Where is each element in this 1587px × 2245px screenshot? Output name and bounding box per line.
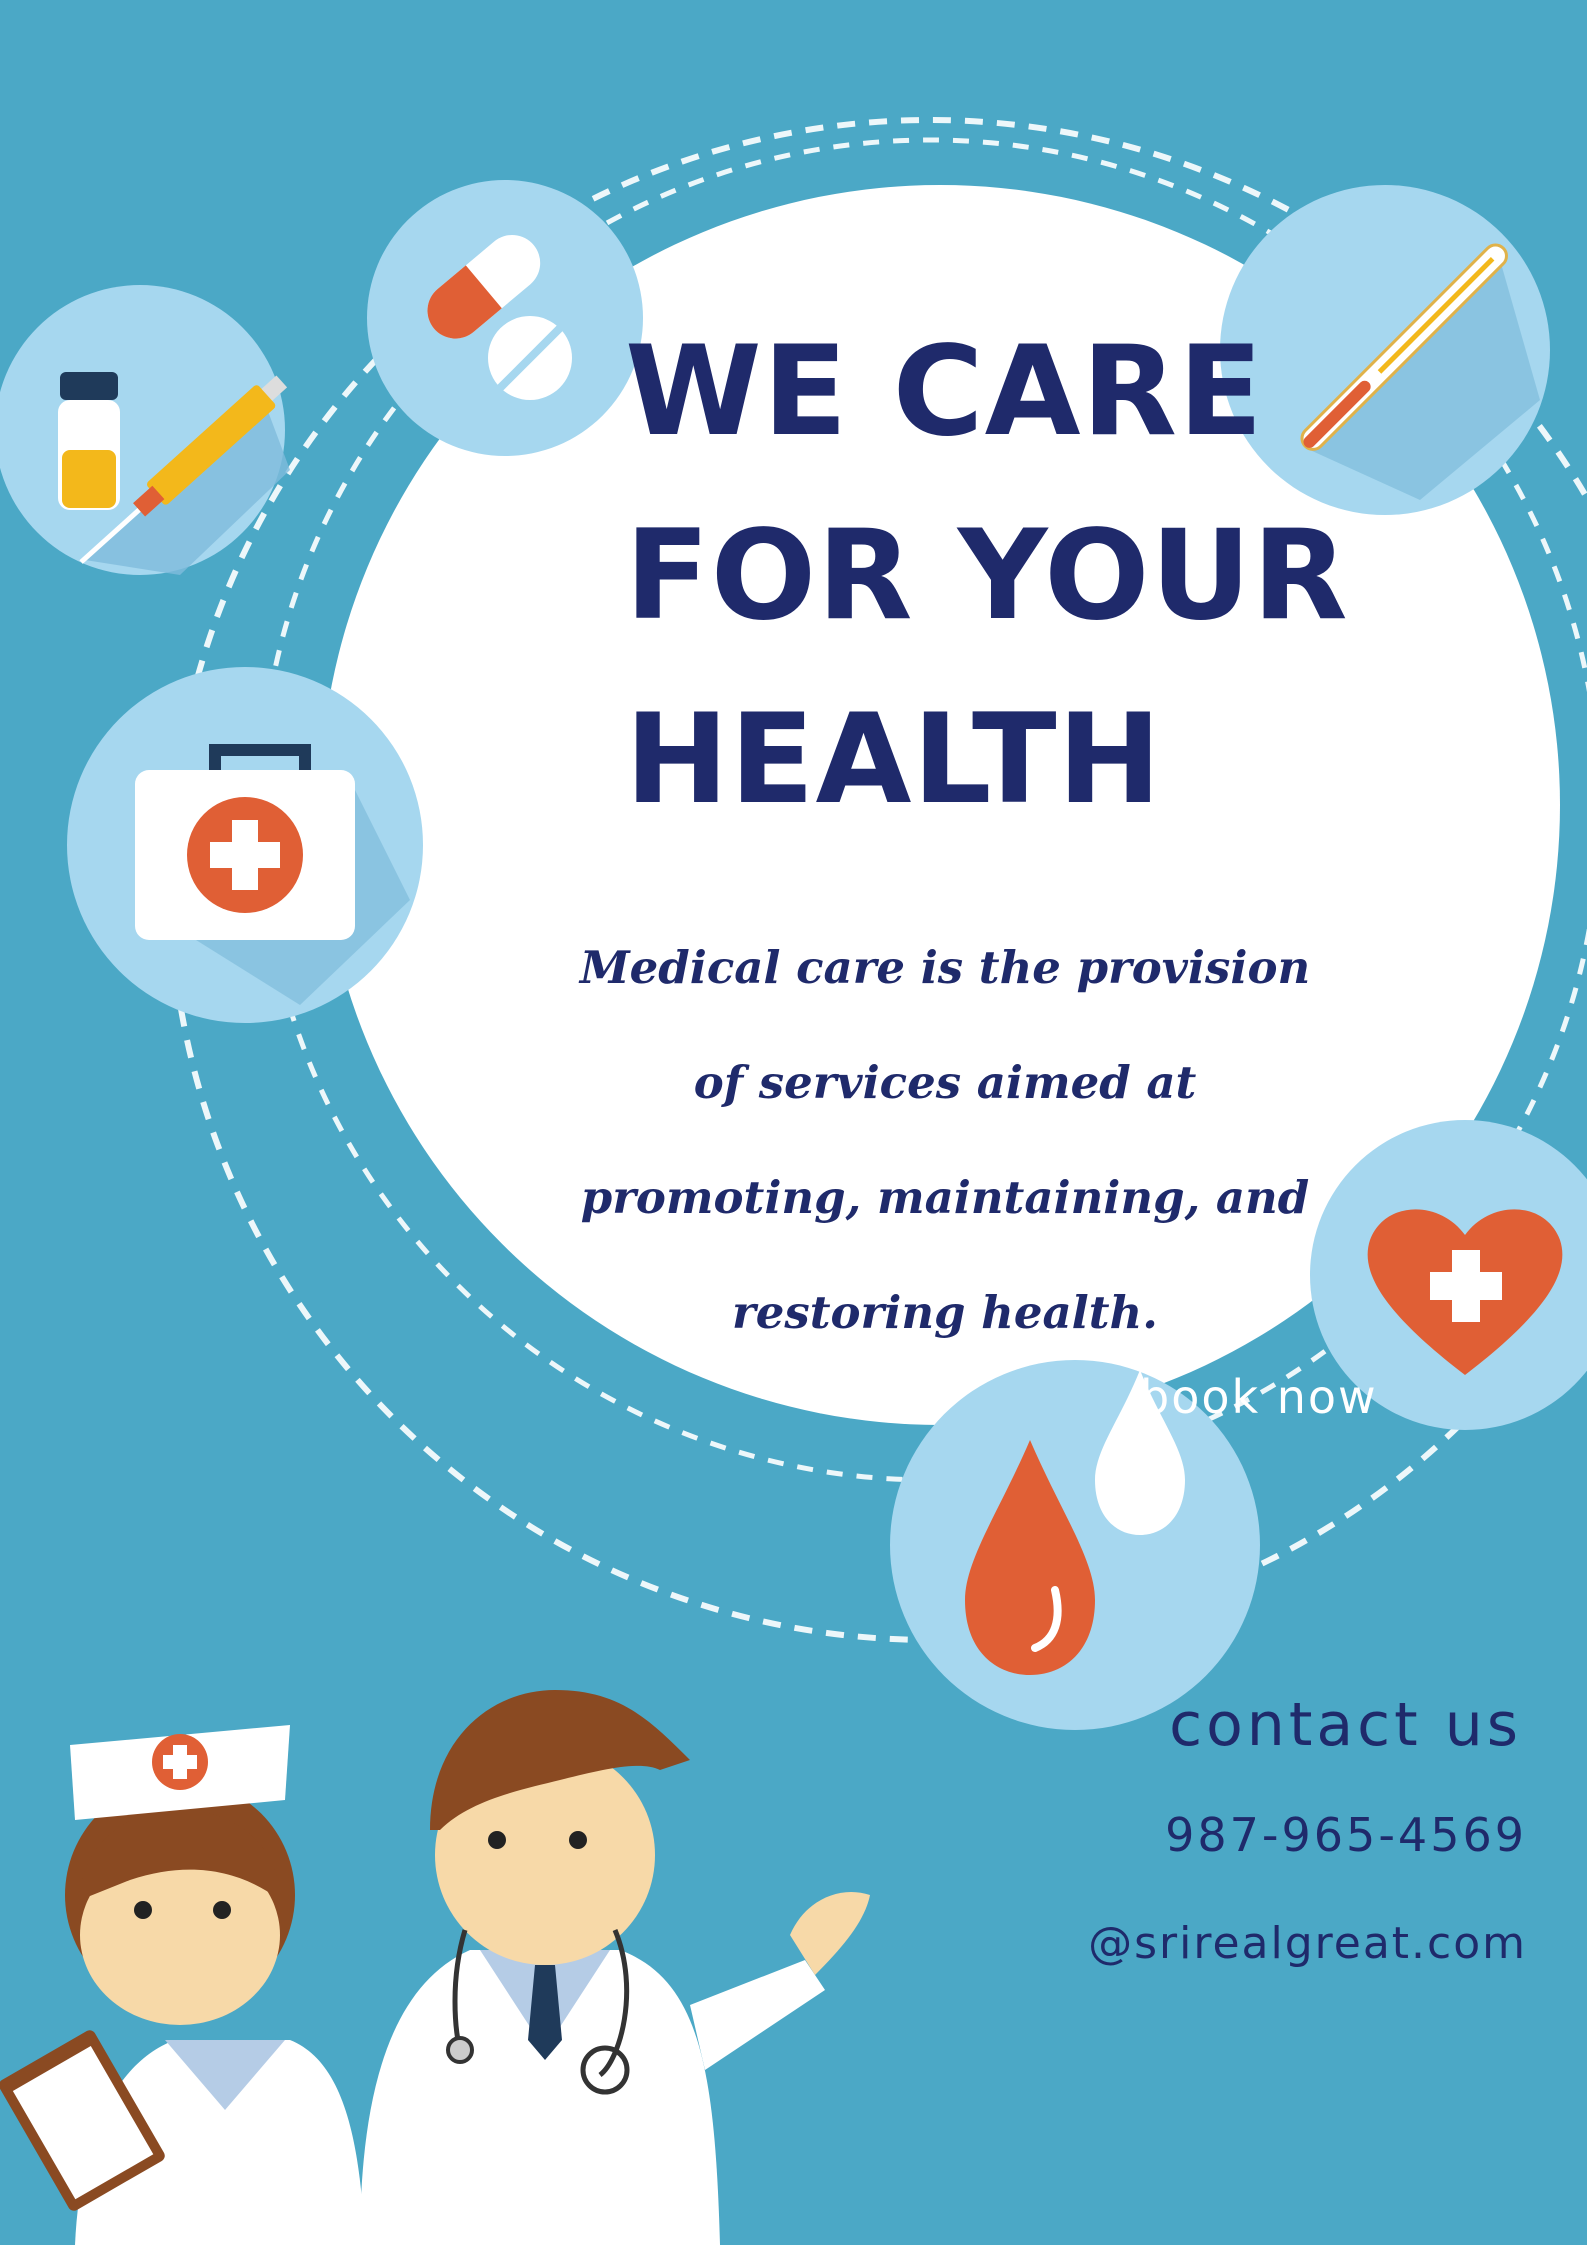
first-aid-kit-icon — [67, 667, 423, 1023]
headline-line: WE CARE — [625, 320, 1264, 464]
book-now-button[interactable]: book now — [1140, 1370, 1378, 1424]
headline: WE CARE FOR YOUR HEALTH — [625, 300, 1385, 852]
contact-title: contact us — [1169, 1690, 1522, 1760]
body-text: Medical care is the provision of service… — [579, 941, 1311, 1339]
contact-email[interactable]: @srirealgreat.com — [1088, 1918, 1527, 1969]
contact-phone[interactable]: 987-965-4569 — [1165, 1808, 1527, 1862]
pills-icon — [367, 180, 643, 456]
headline-line: HEALTH — [625, 688, 1163, 832]
headline-line: FOR YOUR — [625, 504, 1349, 648]
